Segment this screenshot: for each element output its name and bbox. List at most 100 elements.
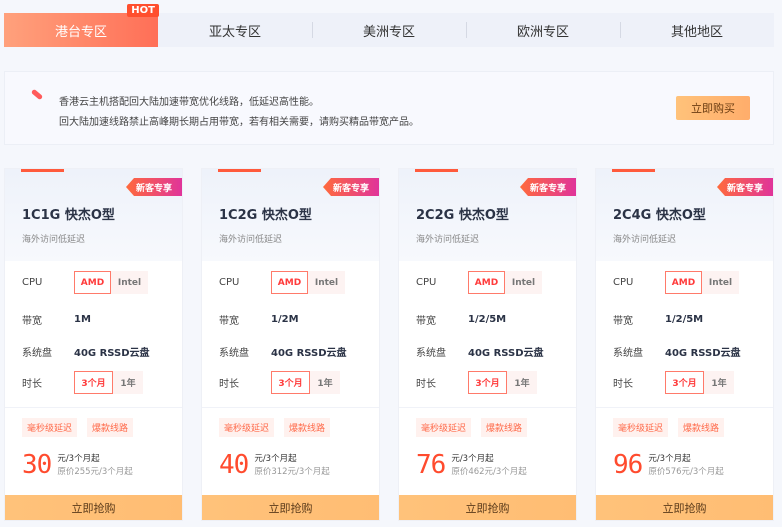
cpu-selector: AMD Intel (665, 271, 739, 294)
duration-option-3m[interactable]: 3个月 (271, 371, 310, 394)
cpu-label: CPU (22, 277, 43, 288)
notice-line-1: 香港云主机搭配回大陆加速带宽优化线路，低延迟高性能。 (59, 97, 319, 108)
price-value: 40 (219, 450, 249, 480)
card-header: 新客专享 1C2G 快杰O型 海外访问低延迟 (202, 169, 379, 261)
duration-option-1y[interactable]: 1年 (113, 371, 143, 394)
price-value: 96 (613, 450, 643, 480)
duration-label: 时长 (416, 379, 436, 390)
feature-chip: 毫秒级延迟 (613, 418, 669, 437)
bandwidth-value: 1/2/5M (468, 314, 507, 325)
feature-chip: 毫秒级延迟 (219, 418, 275, 437)
disk-value: 40G RSSD云盘 (468, 348, 544, 359)
tab-other[interactable]: 其他地区 (620, 13, 774, 47)
original-price: 原价576元/3个月起 (648, 467, 724, 477)
cpu-option-amd[interactable]: AMD (271, 271, 308, 294)
disk-label: 系统盘 (219, 348, 249, 359)
card-title: 2C2G 快杰O型 (416, 208, 509, 223)
cpu-label: CPU (613, 277, 634, 288)
bandwidth-value: 1/2/5M (665, 314, 704, 325)
duration-option-3m[interactable]: 3个月 (468, 371, 507, 394)
feature-chip: 毫秒级延迟 (416, 418, 472, 437)
duration-label: 时长 (613, 379, 633, 390)
duration-option-1y[interactable]: 1年 (704, 371, 734, 394)
card-header: 新客专享 2C2G 快杰O型 海外访问低延迟 (399, 169, 576, 261)
cpu-option-amd[interactable]: AMD (665, 271, 702, 294)
feature-chip: 爆款线路 (87, 418, 134, 437)
tab-label: 其他地区 (670, 24, 723, 40)
product-card: 新客专享 2C2G 快杰O型 海外访问低延迟 CPU AMD Intel 带宽 1/… (398, 168, 577, 521)
divider (596, 407, 773, 408)
new-customer-tag: 新客专享 (717, 178, 773, 196)
cpu-option-intel[interactable]: Intel (111, 271, 148, 294)
duration-label: 时长 (219, 379, 239, 390)
divider (202, 407, 379, 408)
price-value: 30 (22, 450, 52, 480)
duration-selector: 3个月 1年 (74, 371, 143, 394)
duration-option-3m[interactable]: 3个月 (665, 371, 704, 394)
tab-asia-pacific[interactable]: 亚太专区 (158, 13, 312, 47)
card-title: 1C2G 快杰O型 (219, 208, 312, 223)
tab-label: 港台专区 (54, 24, 107, 40)
card-title: 1C1G 快杰O型 (22, 208, 115, 223)
new-customer-tag: 新客专享 (126, 178, 182, 196)
price-unit: 元/3个月起 (254, 454, 297, 464)
price-block: 30 元/3个月起原价255元/3个月起 (22, 450, 133, 480)
original-price: 原价462元/3个月起 (451, 467, 527, 477)
product-card: 新客专享 1C2G 快杰O型 海外访问低延迟 CPU AMD Intel 带宽 1/… (201, 168, 380, 521)
feature-chip: 毫秒级延迟 (22, 418, 78, 437)
accent-bar (218, 169, 261, 172)
tab-europe[interactable]: 欧洲专区 (466, 13, 620, 47)
cpu-label: CPU (416, 277, 437, 288)
cpu-option-intel[interactable]: Intel (308, 271, 345, 294)
new-customer-tag: 新客专享 (323, 178, 379, 196)
buy-now-button[interactable]: 立即购买 (676, 96, 750, 120)
price-block: 40 元/3个月起原价312元/3个月起 (219, 450, 330, 480)
notice-panel: 香港云主机搭配回大陆加速带宽优化线路，低延迟高性能。 回大陆加速线路禁止高峰期长… (4, 71, 774, 145)
divider (5, 407, 182, 408)
duration-selector: 3个月 1年 (271, 371, 340, 394)
bandwidth-value: 1M (74, 314, 91, 325)
card-subtitle: 海外访问低延迟 (416, 235, 480, 245)
grab-now-button[interactable]: 立即抢购 (202, 495, 379, 520)
original-price: 原价255元/3个月起 (57, 467, 133, 477)
cpu-option-intel[interactable]: Intel (702, 271, 739, 294)
cpu-option-amd[interactable]: AMD (74, 271, 111, 294)
cpu-selector: AMD Intel (74, 271, 148, 294)
duration-selector: 3个月 1年 (468, 371, 537, 394)
duration-option-3m[interactable]: 3个月 (74, 371, 113, 394)
disk-value: 40G RSSD云盘 (271, 348, 347, 359)
bandwidth-label: 带宽 (416, 316, 436, 327)
price-unit: 元/3个月起 (57, 454, 100, 464)
accent-bar (21, 169, 64, 172)
price-block: 76 元/3个月起 原价462元/3个月起 (416, 450, 527, 480)
cpu-option-amd[interactable]: AMD (468, 271, 505, 294)
cpu-label: CPU (219, 277, 240, 288)
card-subtitle: 海外访问低延迟 (219, 235, 283, 245)
tab-americas[interactable]: 美洲专区 (312, 13, 466, 47)
feature-chip: 爆款线路 (284, 418, 331, 437)
tab-hk-tw[interactable]: 港台专区 HOT (4, 4, 159, 47)
card-header: 新客专享 1C1G 快杰O型 海外访问低延迟 (5, 169, 182, 261)
disk-label: 系统盘 (416, 348, 446, 359)
grab-now-button[interactable]: 立即抢购 (5, 495, 182, 520)
accent-bar (612, 169, 655, 172)
duration-option-1y[interactable]: 1年 (310, 371, 340, 394)
rocket-icon (30, 88, 44, 101)
price-unit: 元/3个月起 (648, 454, 691, 464)
duration-option-1y[interactable]: 1年 (507, 371, 537, 394)
grab-now-button[interactable]: 立即抢购 (596, 495, 773, 520)
bandwidth-value: 1/2M (271, 314, 299, 325)
cpu-option-intel[interactable]: Intel (505, 271, 542, 294)
bandwidth-label: 带宽 (22, 316, 42, 327)
card-subtitle: 海外访问低延迟 (22, 235, 86, 245)
bandwidth-label: 带宽 (219, 316, 239, 327)
notice-line-2: 回大陆加速线路禁止高峰期长期占用带宽，若有相关需要，请购买精品带宽产品。 (59, 117, 419, 128)
disk-label: 系统盘 (613, 348, 643, 359)
price-block: 96 元/3个月起原价576元/3个月起 (613, 450, 724, 480)
hot-badge: HOT (127, 4, 159, 17)
cpu-selector: AMD Intel (271, 271, 345, 294)
price-unit: 元/3个月起 (451, 454, 494, 464)
grab-now-button[interactable]: 立即抢购 (399, 495, 576, 520)
duration-selector: 3个月 1年 (665, 371, 734, 394)
original-price: 原价312元/3个月起 (254, 467, 330, 477)
